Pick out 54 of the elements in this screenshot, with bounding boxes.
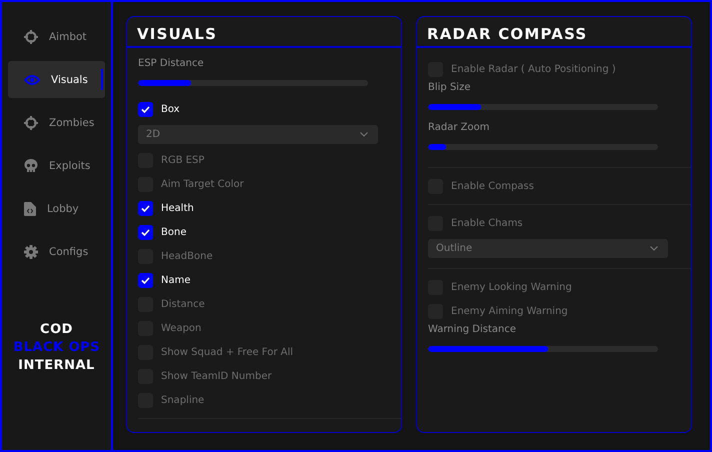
dropdown[interactable]: 2D xyxy=(138,125,378,144)
slider-track[interactable] xyxy=(428,346,658,352)
skull-icon xyxy=(24,158,38,172)
checkbox-label: Show Squad + Free For All xyxy=(161,346,294,358)
checkbox-label: Name xyxy=(161,274,191,286)
checkbox-label: Enemy Looking Warning xyxy=(451,282,572,292)
settings-icon xyxy=(24,244,38,258)
logo-text: COD xyxy=(40,321,73,339)
slider-track[interactable] xyxy=(428,144,658,150)
checkbox[interactable] xyxy=(138,224,153,240)
checkbox[interactable] xyxy=(138,272,153,288)
checkbox-label: Box xyxy=(161,104,180,114)
check-icon xyxy=(141,276,150,284)
checkbox-label: Aim Target Color xyxy=(161,178,244,190)
slider-label: Radar Zoom xyxy=(428,121,490,135)
checkbox-label: RGB ESP xyxy=(161,154,204,166)
chevron-down-icon xyxy=(650,246,658,251)
checkbox-label: Health xyxy=(161,202,194,214)
crosshair-icon xyxy=(24,30,38,44)
checkbox-label: Enable Radar ( Auto Positioning ) xyxy=(451,64,616,74)
checkbox-label: Show TeamID Number xyxy=(161,370,272,382)
slider-label: ESP Distance xyxy=(138,57,205,71)
checkbox-label: HeadBone xyxy=(161,250,213,262)
dropdown[interactable]: Outline xyxy=(428,239,668,258)
checkbox-label: Enable Compass xyxy=(451,180,534,192)
check-icon xyxy=(141,106,150,112)
chevron-down-icon xyxy=(360,132,368,137)
sidebar-item[interactable]: Visuals xyxy=(8,61,105,98)
slider-label: Blip Size xyxy=(428,81,472,95)
checkbox-label: Enable Chams xyxy=(451,218,523,228)
logo-text: BLACK OPS xyxy=(13,339,100,357)
crosshair-icon xyxy=(24,116,38,130)
file-icon xyxy=(24,202,36,216)
sidebar-item[interactable]: Lobby xyxy=(8,190,105,227)
sidebar-item[interactable]: Aimbot xyxy=(8,18,105,55)
slider-track[interactable] xyxy=(138,80,368,86)
sidebar-item[interactable]: Zombies xyxy=(8,104,105,141)
checkbox[interactable] xyxy=(138,102,153,116)
checkbox-label: Enemy Aiming Warning xyxy=(451,306,568,316)
panel-title: VISUALS xyxy=(127,17,401,48)
checkbox[interactable] xyxy=(138,200,153,216)
sidebar-item[interactable]: Exploits xyxy=(8,147,105,184)
panel-title: RADAR COMPASS xyxy=(417,17,691,48)
sidebar-item[interactable]: Configs xyxy=(8,233,105,270)
check-icon xyxy=(141,204,150,212)
checkbox-label: Bone xyxy=(161,226,186,238)
checkbox-label: Weapon xyxy=(161,322,202,334)
checkbox-label: Snapline xyxy=(161,394,204,406)
logo-text: INTERNAL xyxy=(18,357,95,375)
slider-label: Warning Distance xyxy=(428,323,518,337)
eye-icon xyxy=(24,74,40,86)
checkbox-label: Distance xyxy=(161,298,205,310)
slider-track[interactable] xyxy=(428,104,658,110)
check-icon xyxy=(141,228,150,236)
